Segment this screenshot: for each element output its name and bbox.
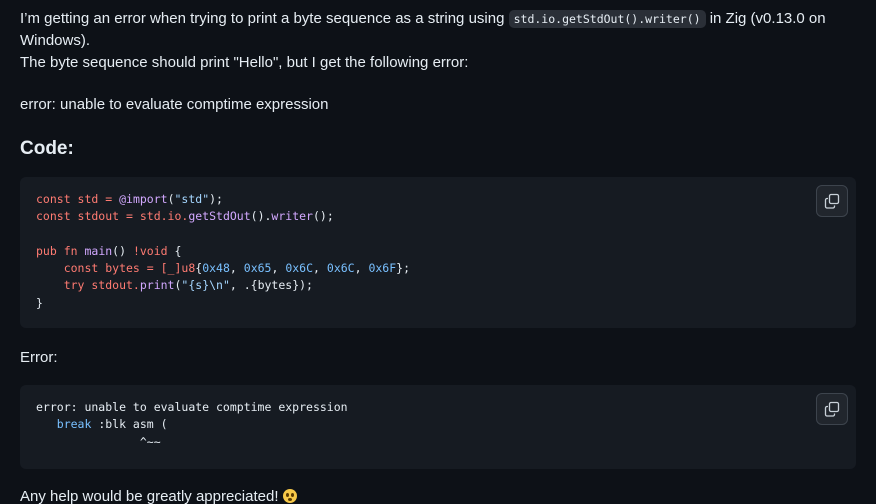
code-token: ^~~ [36, 434, 161, 449]
error-heading: Error: [20, 349, 58, 366]
code-token: 0x6C [285, 261, 314, 276]
code-token: }; [396, 261, 411, 276]
flushed-face-emoji-icon [282, 489, 297, 503]
closing-paragraph: Any help would be greatly appreciated! [20, 486, 856, 504]
code-token: break [36, 417, 92, 432]
code-token: 0x6C [326, 261, 355, 276]
copy-code-button[interactable] [816, 185, 848, 217]
code-token: print [139, 278, 175, 293]
code-token: (); [312, 209, 334, 224]
code-token: "{s}\n" [181, 278, 230, 293]
code-token: getStdOut [188, 209, 251, 224]
code-token: !void [132, 243, 168, 258]
closing-text: Any help would be greatly appreciated! [20, 488, 279, 504]
code-token: (). [250, 209, 272, 224]
code-token: () [112, 243, 133, 258]
message-content: I’m getting an error when trying to prin… [0, 0, 876, 504]
code-token: const std = [36, 192, 120, 206]
intro-text-line2: The byte sequence should print "Hello", … [20, 54, 469, 71]
code-token: writer [271, 209, 313, 224]
code-token: } [36, 295, 43, 310]
code-token: { [167, 243, 182, 258]
code-token: "std" [174, 192, 210, 206]
code-token: const stdout = std.io. [36, 209, 189, 224]
code-block[interactable]: const std = @import("std"); const stdout… [20, 177, 856, 328]
code-token: pub fn [36, 243, 85, 258]
code-token: 0x48 [202, 261, 230, 276]
code-token: @import [119, 192, 168, 206]
code-token: , [271, 261, 286, 276]
inline-code-writer: std.io.getStdOut().writer() [508, 10, 706, 28]
code-token: u8 [181, 261, 196, 276]
code-token: main [84, 243, 113, 258]
code-token: const bytes = [_] [36, 261, 182, 276]
code-token: , .{bytes}); [229, 278, 313, 293]
error-code-block[interactable]: error: unable to evaluate comptime expre… [20, 385, 856, 469]
code-token: ( [167, 192, 175, 206]
copy-icon [824, 401, 840, 417]
copy-error-button[interactable] [816, 393, 848, 425]
copy-icon [824, 193, 840, 209]
code-token: try stdout. [36, 278, 140, 293]
code-heading: Code: [20, 138, 74, 159]
code-token: 0x6F [368, 261, 397, 276]
code-token: , [313, 261, 327, 276]
intro-text-before: I’m getting an error when trying to prin… [20, 10, 509, 27]
intro-paragraph: I’m getting an error when trying to prin… [20, 8, 856, 74]
code-token: , [354, 261, 369, 276]
code-token: ); [209, 192, 223, 206]
error-message-text: error: unable to evaluate comptime expre… [20, 96, 329, 113]
code-token: :blk asm ( [91, 417, 168, 432]
code-token: error: unable to evaluate comptime expre… [36, 400, 348, 414]
code-token: , [229, 261, 244, 276]
code-token: 0x65 [243, 261, 272, 276]
